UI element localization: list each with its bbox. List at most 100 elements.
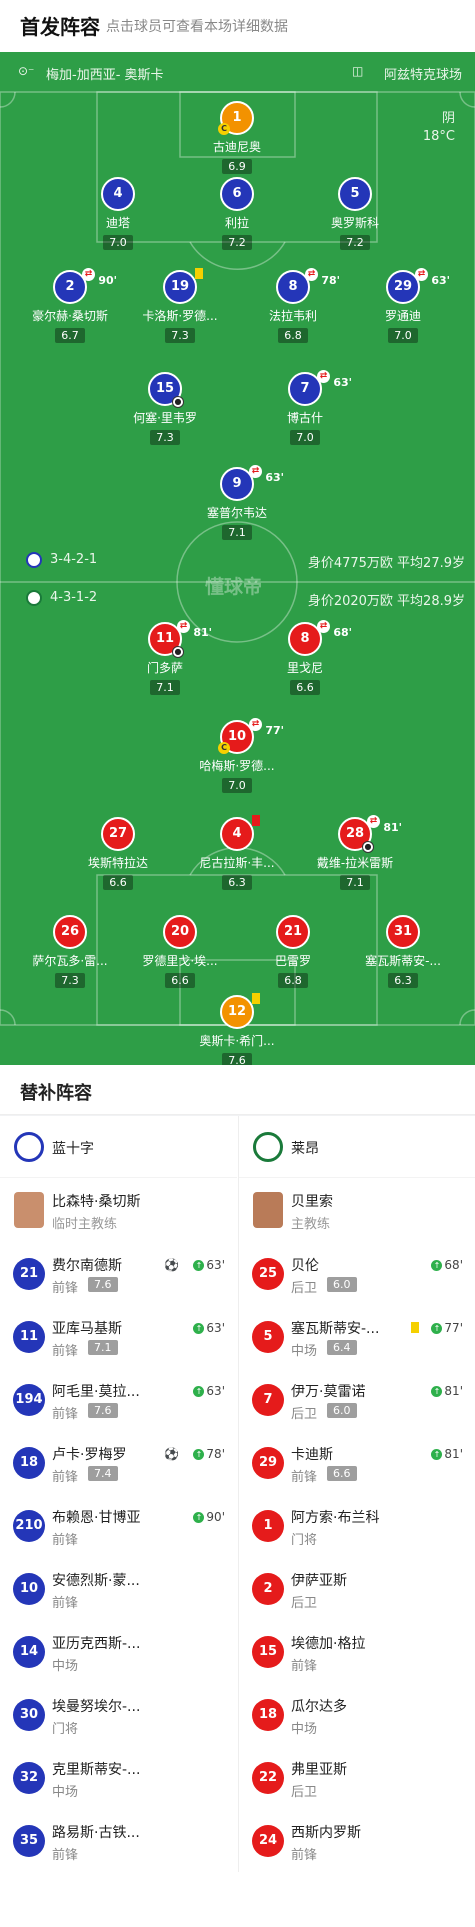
away-player-20[interactable]: 20 罗德里戈·埃... 6.6 [125,915,235,988]
away-player-10[interactable]: 10 ⇄ 77' C 哈梅斯·罗德... 7.0 [182,718,292,793]
sub-in-indicator: ↑ 63' [193,1321,225,1335]
sub-in-time: 81' [444,1447,463,1461]
lineup-header: 首发阵容 点击球员可查看本场详细数据 [0,0,475,52]
sub-rating: 7.1 [88,1340,118,1355]
sub-position: 前锋 [52,1596,79,1611]
sub-position: 中场 [52,1659,79,1674]
home-coach[interactable]: 比森特·桑切斯 临时主教练 [0,1178,237,1242]
sub-player-row[interactable]: 14 亚历克西斯-... 中场 [0,1620,237,1683]
player-rating: 6.7 [55,328,85,343]
away-venue: 阿兹特克球场 [384,68,463,83]
sub-player-row[interactable]: 10 安德烈斯·蒙... 前锋 [0,1557,237,1620]
sub-player-row[interactable]: 29 卡迪斯 前锋 6.6 ↑ 81' [239,1431,475,1494]
home-player-2[interactable]: 2 ⇄ 90' 豪尔赫·桑切斯 6.7 [15,268,125,343]
sub-rating: 7.4 [88,1466,118,1481]
sub-in-indicator: ↑ 81' [431,1447,463,1461]
sub-player-row[interactable]: 194 阿毛里·莫拉... 前锋 7.6 ↑ 63' [0,1368,237,1431]
player-name: 何塞·里韦罗 [133,411,197,425]
sub-rating: 6.6 [327,1466,357,1481]
sub-player-row[interactable]: 24 西斯内罗斯 前锋 [239,1809,475,1872]
sub-in-time: 68' [444,1258,463,1272]
home-player-4[interactable]: 4 迪塔 7.0 [63,177,173,250]
player-name: 尼古拉斯·丰... [199,856,275,870]
sub-position: 前锋 [291,1659,318,1674]
lineup-hint: 点击球员可查看本场详细数据 [106,19,288,35]
player-number: 2 ⇄ 90' [53,268,117,304]
home-player-5[interactable]: 5 奥罗斯科 7.2 [300,177,410,250]
player-number: 28 ⇄ 81' ● [338,815,402,853]
away-player-21[interactable]: 21 巴雷罗 6.8 [238,915,348,988]
sub-player-row[interactable]: 21 费尔南德斯 前锋 7.6 ↑ 63' ⚽ [0,1242,237,1305]
sub-in-time: 63' [206,1384,225,1398]
home-player-7[interactable]: 7 ⇄ 63' 博古什 7.0 [250,370,360,445]
home-player-1[interactable]: 1 C 古迪尼奥 6.9 [182,101,292,174]
sub-player-row[interactable]: 30 埃曼努埃尔-... 门将 [0,1683,237,1746]
sub-player-row[interactable]: 7 伊万·莫雷诺 后卫 6.0 ↑ 81' [239,1368,475,1431]
player-rating: 7.1 [340,875,370,890]
sub-in-arrow-icon: ↑ [193,1512,205,1523]
away-player-26[interactable]: 26 萨尔瓦多·雷... 7.3 [15,915,125,988]
player-name: 卡洛斯·罗德... [142,309,218,323]
away-team-header[interactable]: 莱昂 [239,1116,475,1178]
watermark-logo: 懂球帝 [205,576,263,598]
home-player-8[interactable]: 8 ⇄ 78' 法拉韦利 6.8 [238,268,348,343]
home-player-19[interactable]: 19 卡洛斯·罗德... 7.3 [125,268,235,343]
home-player-29[interactable]: 29 ⇄ 63' 罗通迪 7.0 [348,268,458,343]
sub-position: 前锋 [52,1344,79,1359]
away-player-27[interactable]: 27 埃斯特拉达 6.6 [63,817,173,890]
red-card-icon [252,815,260,826]
captain-icon: C [218,123,230,135]
away-player-8[interactable]: 8 ⇄ 68' 里戈尼 6.6 [250,620,360,695]
substitution-icon: ⇄ [249,718,262,731]
sub-player-row[interactable]: 18 卢卡·罗梅罗 前锋 7.4 ↑ 78' ⚽ [0,1431,237,1494]
sub-in-indicator: ↑ 63' [193,1258,225,1272]
player-number: 6 [220,177,254,211]
sub-player-row[interactable]: 210 布赖恩·甘博亚 前锋 ↑ 90' [0,1494,237,1557]
player-rating: 7.0 [290,430,320,445]
away-team-crest-icon [253,1132,283,1162]
sub-position: 门将 [291,1533,318,1548]
home-player-6[interactable]: 6 利拉 7.2 [182,177,292,250]
sub-name: 贝伦 [291,1258,319,1274]
player-rating: 7.0 [222,778,252,793]
away-player-12[interactable]: 12 奥斯卡·希门... 7.6 [182,993,292,1065]
sub-number: 22 [252,1762,284,1794]
home-player-9[interactable]: 9 ⇄ 63' 塞普尔韦达 7.1 [182,465,292,540]
sub-number: 14 [13,1636,45,1668]
sub-player-row[interactable]: 15 埃德加·格拉 前锋 [239,1620,475,1683]
player-number: 21 [276,915,310,949]
sub-player-row[interactable]: 22 弗里亚斯 后卫 [239,1746,475,1809]
home-team-header[interactable]: 蓝十字 [0,1116,237,1178]
substitution-icon: ⇄ [367,815,380,828]
sub-player-row[interactable]: 1 阿方索·布兰科 门将 [239,1494,475,1557]
away-coach[interactable]: 贝里索 主教练 [239,1178,475,1242]
sub-player-row[interactable]: 11 亚库马基斯 前锋 7.1 ↑ 63' [0,1305,237,1368]
player-rating: 7.1 [222,525,252,540]
substitution-time: 63' [431,274,450,287]
weather-info: 阴 18°C [423,110,455,146]
away-player-11[interactable]: 11 ⇄ 81' ● 门多萨 7.1 [110,620,220,695]
away-player-4[interactable]: 4 尼古拉斯·丰... 6.3 [182,815,292,890]
away-player-28[interactable]: 28 ⇄ 81' ● 戴维-拉米雷斯 7.1 [300,815,410,890]
player-name: 哈梅斯·罗德... [199,759,275,773]
sub-number: 25 [252,1258,284,1290]
player-rating: 6.8 [278,973,308,988]
sub-player-row[interactable]: 2 伊萨亚斯 后卫 [239,1557,475,1620]
sub-name: 路易斯·古铁... [52,1825,140,1841]
player-rating: 7.0 [388,328,418,343]
home-player-15[interactable]: 15 ● 何塞·里韦罗 7.3 [110,372,220,445]
sub-in-indicator: ↑ 90' [193,1510,225,1524]
away-player-31[interactable]: 31 塞瓦斯蒂安-... 6.3 [348,915,458,988]
sub-position: 前锋 [291,1470,318,1485]
sub-in-indicator: ↑ 78' [193,1447,225,1461]
sub-name: 安德烈斯·蒙... [52,1573,140,1589]
sub-player-row[interactable]: 18 瓜尔达多 中场 [239,1683,475,1746]
substitution-time: 77' [265,724,284,737]
sub-position: 前锋 [52,1533,79,1548]
sub-player-row[interactable]: 35 路易斯·古铁... 前锋 [0,1809,237,1872]
sub-player-row[interactable]: 5 塞瓦斯蒂安-... 中场 6.4 ↑ 77' [239,1305,475,1368]
sub-player-row[interactable]: 25 贝伦 后卫 6.0 ↑ 68' [239,1242,475,1305]
sub-player-row[interactable]: 32 克里斯蒂安-... 中场 [0,1746,237,1809]
sub-in-arrow-icon: ↑ [431,1323,443,1334]
sub-rating: 7.6 [88,1403,118,1418]
